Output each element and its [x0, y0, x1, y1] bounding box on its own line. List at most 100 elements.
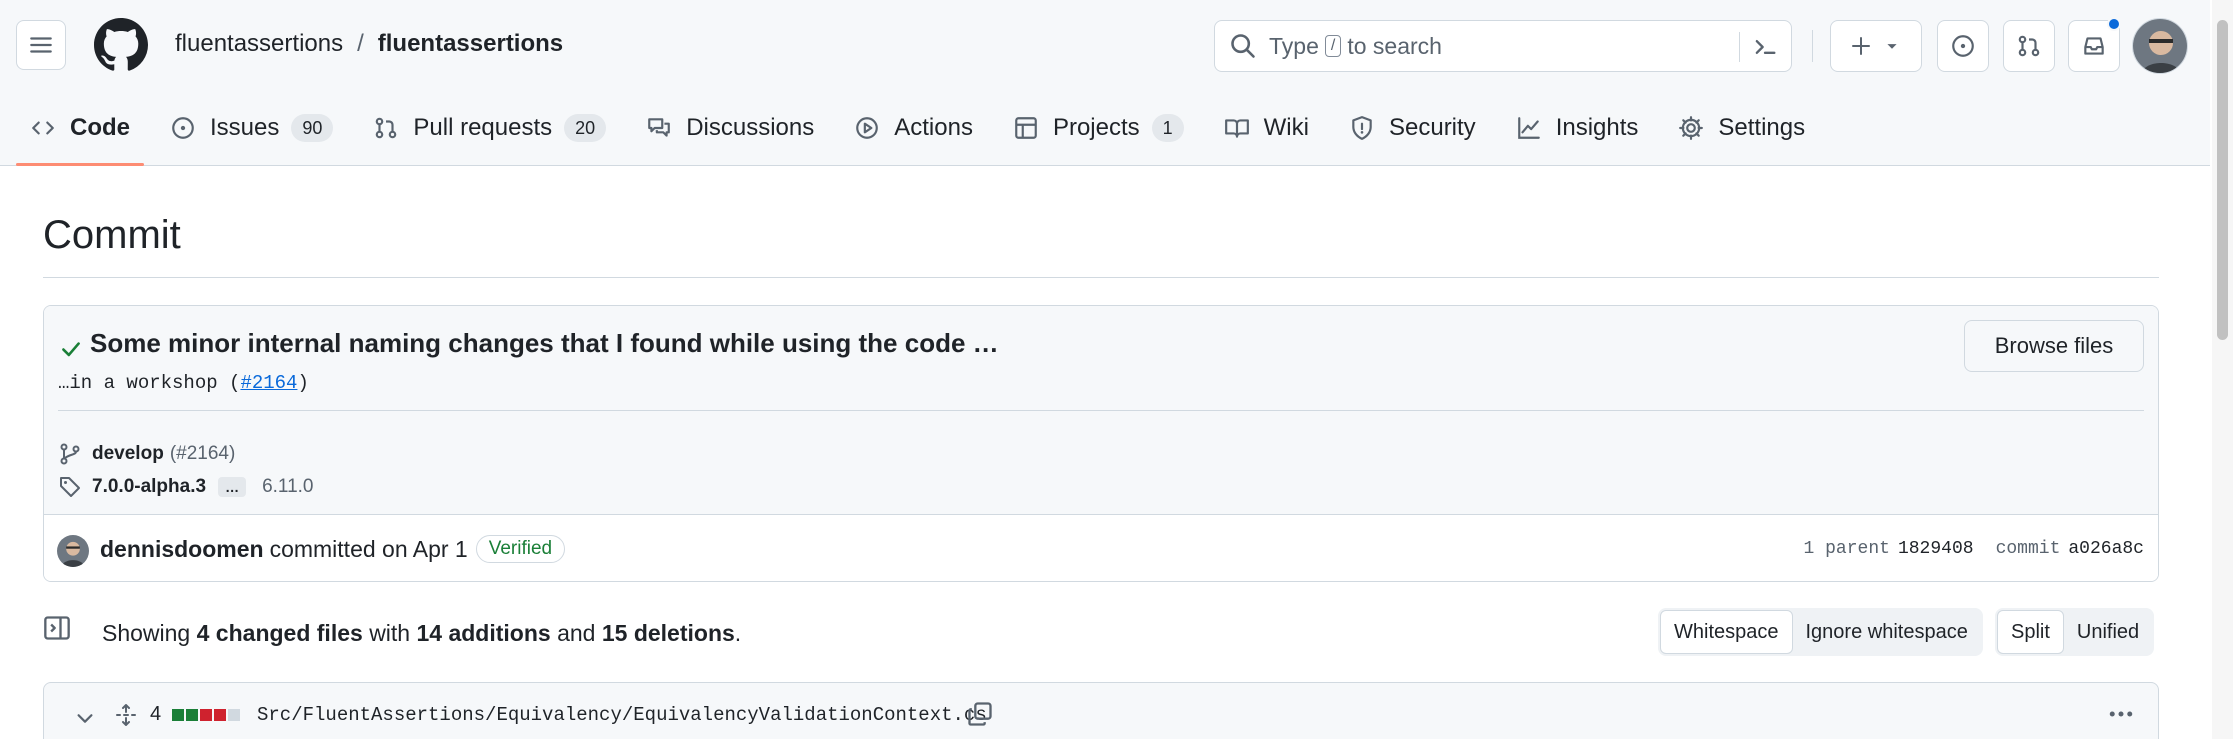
unfold-icon[interactable]: [114, 703, 138, 727]
commit-label: commit: [1995, 539, 2061, 559]
table-icon: [1015, 117, 1037, 139]
author-avatar[interactable]: [57, 535, 89, 567]
branch-icon: [60, 443, 80, 465]
parent-label: 1 parent: [1803, 539, 1890, 559]
tab-settings[interactable]: Settings: [1664, 100, 1819, 156]
commit-desc-text: …in a workshop (: [58, 372, 241, 394]
search-shortcut-key: /: [1324, 35, 1342, 57]
tab-insights[interactable]: Insights: [1502, 100, 1653, 156]
diffstat-neutral: [228, 709, 240, 721]
diffstat-addition: [186, 709, 198, 721]
triangle-down-icon: [1887, 44, 1897, 49]
author-avatar-image: [57, 535, 89, 567]
tag-info: 7.0.0-alpha.3 … 6.11.0: [58, 473, 313, 501]
search-divider: [1739, 32, 1740, 62]
title-divider: [43, 277, 2159, 278]
hamburger-icon: [30, 37, 52, 53]
graph-icon: [1517, 117, 1540, 139]
oldest-tag-link[interactable]: 6.11.0: [262, 476, 313, 498]
book-icon: [1224, 119, 1249, 138]
diffstat-deletion: [200, 709, 212, 721]
user-avatar[interactable]: [2132, 18, 2188, 74]
tab-pull-requests[interactable]: Pull requests 20: [359, 100, 620, 156]
additions-count: 14 additions: [416, 620, 551, 646]
plus-icon: [1852, 37, 1870, 55]
diff-summary: Showing 4 changed files with 14 addition…: [102, 620, 741, 647]
tag-icon: [60, 477, 80, 497]
diffstat-bar: [172, 709, 240, 721]
author-line: dennisdoomen committed on Apr 1 Verified: [100, 535, 566, 563]
tab-label: Settings: [1718, 114, 1806, 141]
command-palette-icon[interactable]: [1751, 33, 1779, 61]
tab-label: Discussions: [686, 114, 815, 141]
more-tags-button[interactable]: …: [218, 477, 247, 497]
issue-icon: [172, 117, 194, 139]
repo-name-link[interactable]: fluentassertions: [378, 30, 563, 58]
branch-pr-link[interactable]: (#2164): [170, 443, 236, 465]
tab-actions[interactable]: Actions: [840, 100, 987, 156]
summary-text: and: [557, 620, 596, 646]
search-placeholder-pre: Type: [1269, 32, 1319, 59]
commit-hash: a026a8c: [2068, 539, 2144, 559]
tab-issues[interactable]: Issues 90: [156, 100, 347, 156]
tab-label: Pull requests: [413, 114, 553, 141]
branch-info: develop (#2164): [58, 440, 235, 468]
gear-icon: [1679, 116, 1704, 140]
tab-label: Security: [1388, 114, 1476, 141]
create-new-button[interactable]: [1830, 20, 1922, 72]
diff-toolbar: Showing 4 changed files with 14 addition…: [43, 608, 2159, 658]
branch-link[interactable]: develop: [92, 443, 164, 465]
scrollbar-thumb[interactable]: [2217, 20, 2228, 340]
tab-projects[interactable]: Projects 1: [999, 100, 1198, 156]
file-change-count: 4: [150, 703, 162, 725]
tab-security[interactable]: Security: [1335, 100, 1490, 156]
chevron-down-icon[interactable]: [74, 707, 96, 729]
tab-label: Code: [70, 114, 130, 141]
breadcrumb: fluentassertions / fluentassertions: [175, 30, 563, 58]
summary-text: Showing: [102, 620, 191, 646]
split-view-option[interactable]: Split: [1997, 610, 2064, 654]
ignore-whitespace-option[interactable]: Ignore whitespace: [1793, 610, 1981, 654]
repo-owner-link[interactable]: fluentassertions: [175, 30, 343, 58]
issues-button[interactable]: [1937, 20, 1989, 72]
commit-parents: 1 parent 1829408 commit a026a8c: [1804, 539, 2144, 559]
tab-counter: 1: [1151, 114, 1184, 142]
verified-badge[interactable]: Verified: [475, 535, 566, 563]
tab-code[interactable]: Code: [16, 100, 144, 166]
kebab-horizontal-icon[interactable]: [2106, 699, 2136, 729]
search-input[interactable]: Type / to search: [1214, 20, 1792, 72]
repo-nav-tabs: Code Issues 90 Pull requests 20 Discussi…: [16, 100, 1831, 166]
tab-counter: 90: [291, 114, 334, 142]
page-scrollbar[interactable]: [2212, 0, 2233, 739]
author-link[interactable]: dennisdoomen: [100, 536, 264, 563]
file-path[interactable]: Src/FluentAssertions/Equivalency/Equival…: [257, 704, 987, 726]
pr-link[interactable]: #2164: [240, 372, 297, 394]
pull-requests-button[interactable]: [2003, 20, 2055, 72]
pull-request-icon: [376, 117, 397, 139]
commit-meta: dennisdoomen committed on Apr 1 Verified…: [44, 514, 2158, 581]
parent-hash-link[interactable]: 1829408: [1898, 539, 1974, 559]
whitespace-option[interactable]: Whitespace: [1660, 610, 1793, 654]
sidebar-expand-icon[interactable]: [43, 614, 71, 642]
menu-button[interactable]: [16, 20, 66, 70]
commit-title: Some minor internal naming changes that …: [90, 328, 999, 358]
header-divider: [1812, 30, 1813, 62]
github-logo-icon[interactable]: [94, 18, 148, 72]
browse-files-button[interactable]: Browse files: [1964, 320, 2144, 372]
app-header: fluentassertions / fluentassertions Type…: [0, 0, 2210, 166]
tab-discussions[interactable]: Discussions: [632, 100, 828, 156]
file-header: 4 Src/FluentAssertions/Equivalency/Equiv…: [43, 682, 2159, 739]
summary-text: with: [369, 620, 411, 646]
unified-view-option[interactable]: Unified: [2064, 610, 2152, 654]
whitespace-toggle: Whitespace Ignore whitespace: [1658, 608, 1983, 656]
tab-counter: 20: [564, 114, 607, 142]
search-placeholder: Type / to search: [1269, 33, 1442, 60]
tab-wiki[interactable]: Wiki: [1210, 100, 1323, 156]
tab-label: Projects: [1052, 114, 1140, 141]
copy-icon[interactable]: [966, 700, 994, 728]
commit-header-divider: [58, 410, 2144, 411]
commit-header: Some minor internal naming changes that …: [44, 306, 2158, 514]
avatar-image: [2133, 19, 2187, 73]
tag-link[interactable]: 7.0.0-alpha.3: [92, 476, 206, 498]
check-icon[interactable]: [58, 336, 84, 362]
